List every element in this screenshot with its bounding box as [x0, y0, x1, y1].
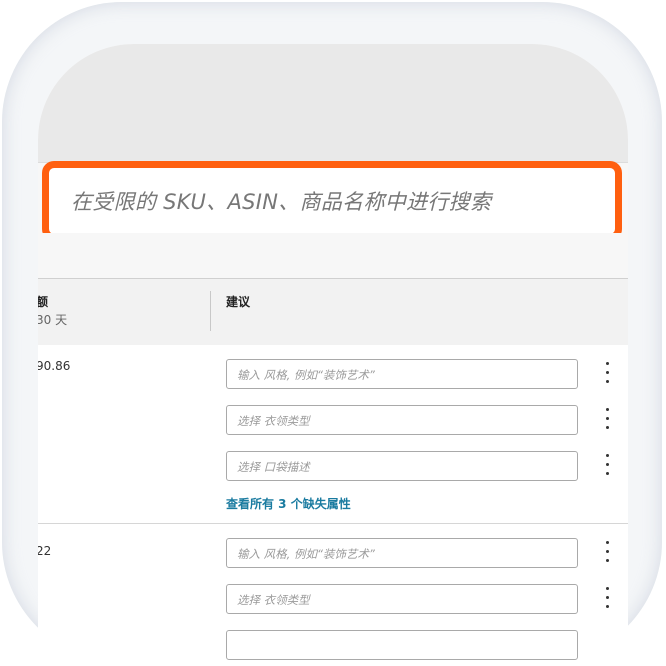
more-vertical-icon[interactable] — [602, 587, 612, 613]
sales-value: 22 — [38, 544, 52, 558]
more-vertical-icon[interactable] — [602, 454, 612, 480]
header-sales-period: 30 天 — [38, 313, 68, 327]
search-input[interactable]: 在受限的 SKU、ASIN、商品名称中进行搜索 — [42, 161, 622, 241]
table-header: 额 30 天 建议 — [38, 278, 628, 346]
partial-field[interactable] — [226, 630, 578, 660]
more-vertical-icon[interactable] — [602, 541, 612, 567]
more-vertical-icon[interactable] — [602, 362, 612, 388]
header-suggestion: 建议 — [226, 295, 251, 309]
top-area — [38, 44, 628, 162]
table-row: 90.86 输入 风格, 例如“装饰艺术” 选择 衣领类型 选择 口袋描述 查看… — [38, 345, 628, 524]
style-input[interactable]: 输入 风格, 例如“装饰艺术” — [226, 359, 578, 389]
header-sales: 额 — [38, 295, 49, 309]
pocket-description-select[interactable]: 选择 口袋描述 — [226, 451, 578, 481]
sales-value: 90.86 — [38, 359, 71, 373]
more-vertical-icon[interactable] — [602, 408, 612, 434]
spacer — [38, 233, 628, 278]
column-divider — [210, 291, 211, 331]
search-placeholder: 在受限的 SKU、ASIN、商品名称中进行搜索 — [71, 190, 492, 214]
style-input[interactable]: 输入 风格, 例如“装饰艺术” — [226, 538, 578, 568]
collar-type-select[interactable]: 选择 衣领类型 — [226, 584, 578, 614]
view-missing-attributes-link[interactable]: 查看所有 3 个缺失属性 — [226, 495, 351, 512]
screen-panel: 在受限的 SKU、ASIN、商品名称中进行搜索 额 30 天 建议 90.86 … — [38, 44, 628, 666]
collar-type-select[interactable]: 选择 衣领类型 — [226, 405, 578, 435]
table-row: 22 输入 风格, 例如“装饰艺术” 选择 衣领类型 — [38, 524, 628, 666]
